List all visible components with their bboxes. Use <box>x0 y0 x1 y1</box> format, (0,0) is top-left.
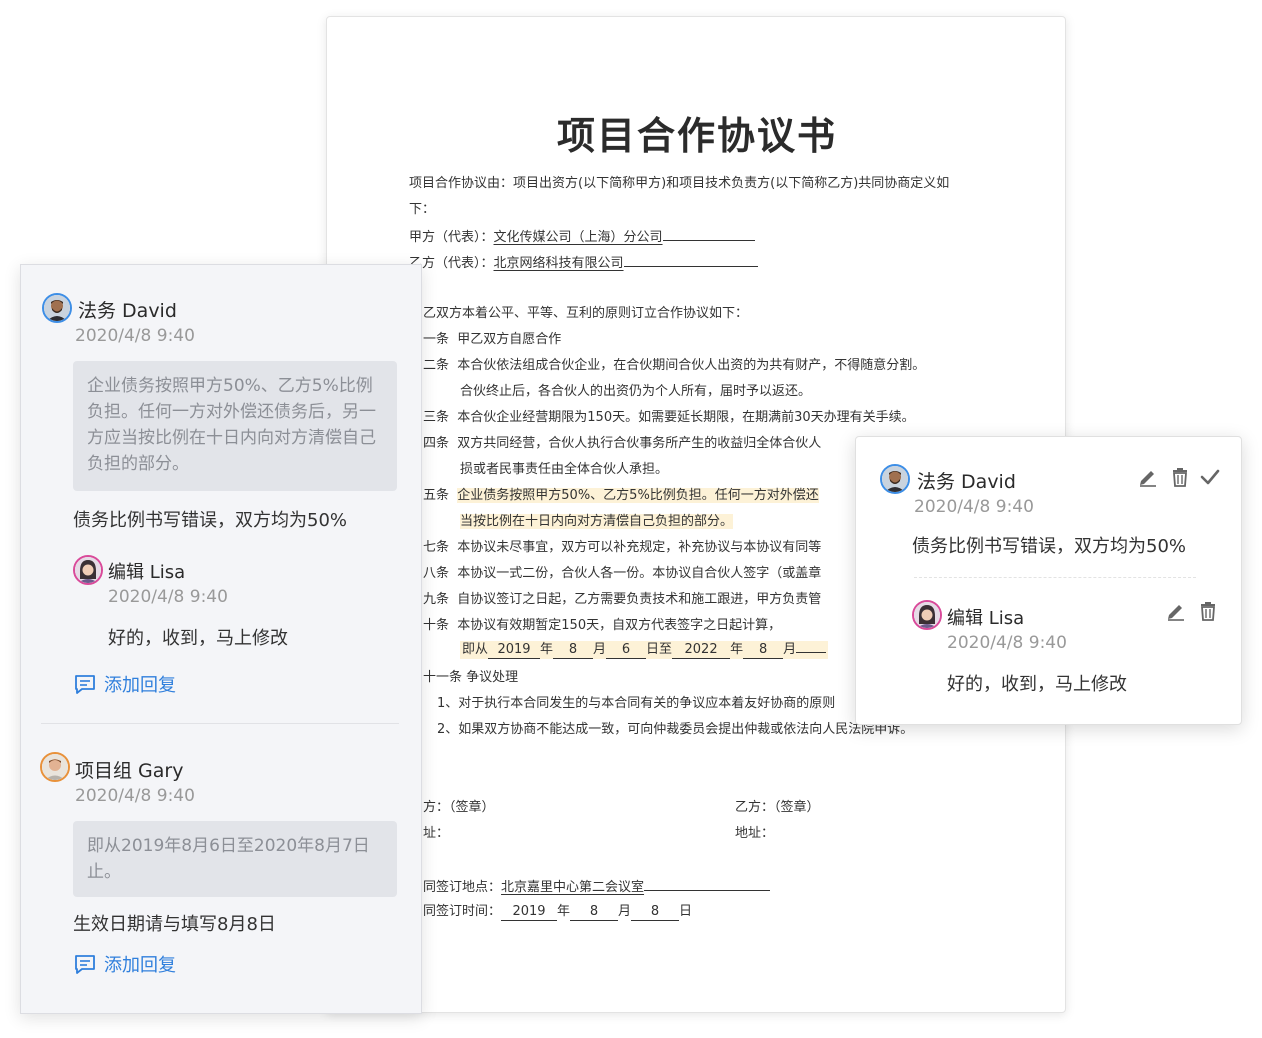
clause-2: 二条 本合伙依法组成合伙企业，在合伙期间合伙人出资的为共有财产，不得随意分割。 <box>423 358 926 373</box>
avatar-lisa <box>73 555 103 585</box>
reply-delete-icon[interactable] <box>1197 600 1219 622</box>
principle-line: 乙双方本着公平、平等、互利的原则订立合作协议如下： <box>423 306 749 321</box>
dispute-title: 十一条 争议处理 <box>423 670 519 685</box>
popup-author: 法务 David <box>917 471 1016 493</box>
comment-icon <box>75 955 95 974</box>
party-a-label: 甲方（代表）： <box>409 230 494 245</box>
thread1-time: 2020/4/8 9:40 <box>75 326 195 346</box>
dispute-item-1: 1、对于执行本合同发生的与本合同有关的争议应本着友好协商的原则 <box>437 696 836 711</box>
avatar-david <box>42 293 72 323</box>
sign-place-value[interactable]: 北京嘉里中心第二会议室 <box>501 880 644 895</box>
reply-edit-icon[interactable] <box>1165 600 1187 622</box>
clause-2-cont: 合伙终止后，各合伙人的出资仍为个人所有，届时予以返还。 <box>460 384 812 399</box>
highlighted-text-cont[interactable]: 当按比例在十日内向对方清偿自己负担的部分。 <box>460 514 734 529</box>
thread1-author: 法务 David <box>78 300 177 322</box>
thread1-add-reply-button[interactable]: 添加回复 <box>74 671 176 697</box>
party-b-row: 乙方（代表）：北京网络科技有限公司 <box>409 253 758 273</box>
thread1-add-reply-label: 添加回复 <box>104 675 176 696</box>
thread2-add-reply-button[interactable]: 添加回复 <box>74 951 176 977</box>
popup-reply-time: 2020/4/8 9:40 <box>947 633 1067 653</box>
clause-4: 四条 双方共同经营，合伙人执行合伙事务所产生的收益归全体合伙人 <box>423 436 822 451</box>
thread2-quote[interactable]: 即从2019年8月6日至2020年8月7日止。 <box>73 821 397 897</box>
thread2-author: 项目组 Gary <box>75 760 184 782</box>
popup-reply-comment: 好的，收到，马上修改 <box>947 674 1127 695</box>
clause-4-cont: 损或者民事责任由全体合伙人承担。 <box>460 462 669 477</box>
comment-icon <box>75 675 95 694</box>
popup-reply-author: 编辑 Lisa <box>947 608 1025 629</box>
thread1-quote[interactable]: 企业债务按照甲方50%、乙方5%比例负担。任何一方对外偿还债务后，另一方应当按比… <box>73 361 397 491</box>
sign-b: 乙方：（签章） <box>735 800 820 815</box>
sign-place-row: 同签订地点：北京嘉里中心第二会议室 <box>423 877 771 897</box>
sign-time-row: 同签订时间： 2019 年 8 月 8 日 <box>423 904 693 921</box>
thread-divider <box>41 723 399 724</box>
clause-9: 九条 自协议签订之日起，乙方需要负责技术和施工跟进，甲方负责管 <box>423 592 822 607</box>
sign-a: 方：（签章） <box>423 800 495 815</box>
edit-icon[interactable] <box>1137 466 1159 488</box>
thread2-comment: 生效日期请与填写8月8日 <box>73 914 276 935</box>
address-b: 地址： <box>735 826 775 841</box>
intro-line-1: 项目合作协议由：项目出资方(以下简称甲方)和项目技术负责方(以下简称乙方)共同协… <box>409 176 950 191</box>
clause-8: 八条 本协议一式二份，合伙人各一份。本协议自合伙人签字（或盖章 <box>423 566 822 581</box>
party-a-row: 甲方（代表）：文化传媒公司（上海）分公司 <box>409 227 755 247</box>
clause-10: 十条 本协议有效期暂定150天，自双方代表签字之日起计算， <box>423 618 782 633</box>
comment-popup: 法务 David 2020/4/8 9:40 债务比例书写错误，双方均为50% … <box>855 436 1242 725</box>
clause-5-cont: 当按比例在十日内向对方清偿自己负担的部分。 <box>460 513 734 531</box>
clause-7: 七条 本协议未尽事宜，双方可以补充规定，补充协议与本协议有同等 <box>423 540 822 555</box>
dispute-item-2: 2、如果双方协商不能达成一致，可向仲裁委员会提出仲裁或依法向人民法院申诉。 <box>437 722 914 737</box>
thread2-time: 2020/4/8 9:40 <box>75 786 195 806</box>
thread1-comment: 债务比例书写错误，双方均为50% <box>73 510 348 531</box>
avatar-gary <box>40 752 70 782</box>
thread2-add-reply-label: 添加回复 <box>104 955 176 976</box>
resolve-check-icon[interactable] <box>1199 466 1221 488</box>
popup-comment: 债务比例书写错误，双方均为50% <box>912 536 1187 557</box>
clause-1: 一条 甲乙双方自愿合作 <box>423 332 562 347</box>
thread1-reply-time: 2020/4/8 9:40 <box>108 587 228 607</box>
avatar-david <box>880 464 910 494</box>
avatar-lisa <box>912 600 942 630</box>
popup-time: 2020/4/8 9:40 <box>914 497 1034 517</box>
thread1-reply-author: 编辑 Lisa <box>108 562 186 583</box>
party-b-value[interactable]: 北京网络科技有限公司 <box>494 256 624 271</box>
highlighted-text[interactable]: 企业债务按照甲方50%、乙方5%比例负担。任何一方对外偿还 <box>457 488 819 503</box>
popup-divider <box>914 577 1196 578</box>
document-title: 项目合作协议书 <box>556 114 837 158</box>
party-a-value[interactable]: 文化传媒公司（上海）分公司 <box>494 230 663 245</box>
thread1-reply-comment: 好的，收到，马上修改 <box>108 628 288 649</box>
delete-icon[interactable] <box>1169 466 1191 488</box>
intro-line-2: 下： <box>409 202 436 217</box>
clause-3: 三条 本合伙企业经营期限为150天。如需要延长期限，在期满前30天办理有关手续。 <box>423 410 915 425</box>
period-line[interactable]: 即从 2019 年 8 月 6 日至 2022 年 8 月 <box>460 641 829 659</box>
address-a: 址： <box>423 826 450 841</box>
clause-5: 五条 企业债务按照甲方50%、乙方5%比例负担。任何一方对外偿还 <box>423 488 819 503</box>
comments-panel: 法务 David 2020/4/8 9:40 企业债务按照甲方50%、乙方5%比… <box>20 264 422 1014</box>
